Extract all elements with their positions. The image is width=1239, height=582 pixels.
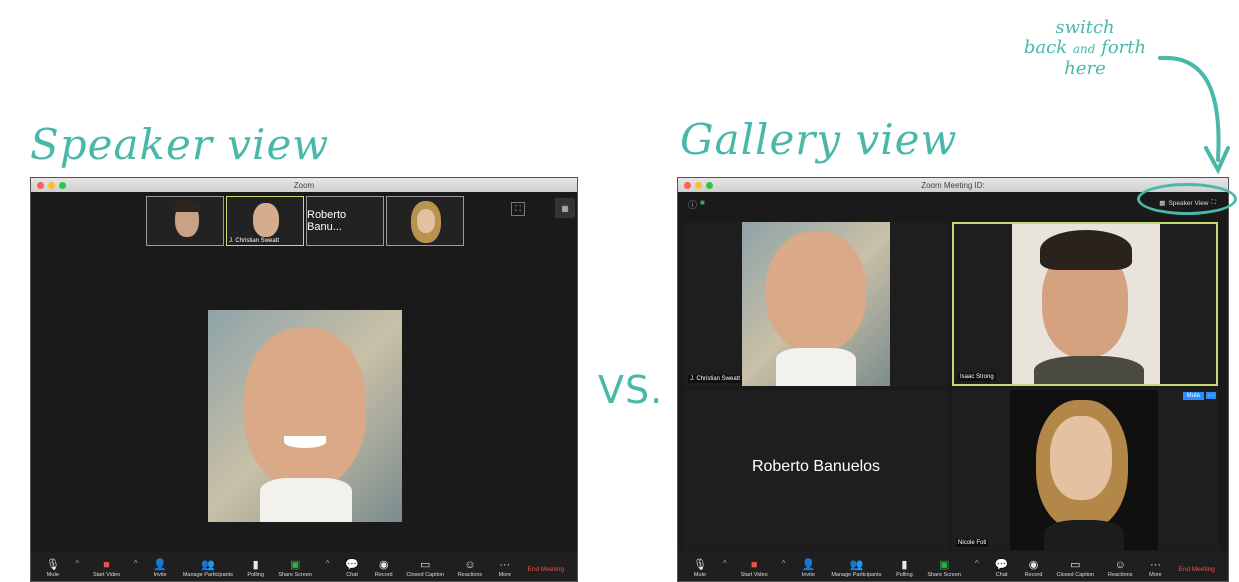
meeting-toolbar: 🎙 Mute ^ ■ Start Video ^ 👤 Invite 👥 Manage P… (31, 551, 577, 581)
gallery-view-heading: Gallery view (680, 115, 958, 164)
chevron-up-icon[interactable]: ^ (975, 559, 979, 568)
chevron-up-icon[interactable]: ^ (723, 559, 727, 568)
cc-icon: ▭ (1070, 559, 1081, 571)
more-icon: ··· (499, 559, 511, 571)
share-screen-icon: ▣ (938, 559, 950, 571)
chevron-up-icon[interactable]: ^ (782, 559, 786, 568)
title-bar: Zoom (31, 178, 577, 192)
active-speaker-video (208, 310, 402, 522)
thumbnail-strip: J. Christian Sweatt Roberto Banu... (146, 196, 464, 246)
more-options-button[interactable]: ··· (1206, 392, 1216, 399)
polling-button[interactable]: ▮ Polling (895, 559, 913, 578)
participants-icon: 👥 (849, 559, 864, 571)
vs-label: VS. (598, 368, 664, 412)
share-screen-icon: ▣ (289, 559, 301, 571)
manage-participants-button[interactable]: 👥 Manage Participants (183, 559, 233, 578)
invite-button[interactable]: 👤 Invite (799, 559, 817, 578)
video-tile[interactable]: J. Christian Sweatt (684, 222, 948, 386)
reactions-button[interactable]: ☺ Reactions (1108, 559, 1132, 578)
polling-icon: ▮ (252, 559, 259, 571)
speaker-view-heading: Speaker view (30, 120, 330, 169)
reactions-icon: ☺ (464, 559, 476, 571)
microphone-icon: 🎙 (692, 559, 707, 571)
more-icon: ··· (1149, 559, 1161, 571)
handwritten-note: switch back and forth here (1010, 18, 1160, 79)
more-button[interactable]: ··· More (1146, 559, 1164, 578)
chat-icon: 💬 (994, 559, 1009, 571)
start-video-button[interactable]: ■ Start Video (741, 559, 768, 578)
comparison-graphic: Speaker view Gallery view VS. switch bac… (0, 0, 1239, 582)
window-title: Zoom Meeting ID: (921, 180, 985, 190)
thumbnail-name-label: J. Christian Sweatt (229, 238, 280, 244)
arrow-icon (1158, 55, 1230, 175)
polling-button[interactable]: ▮ Polling (247, 559, 265, 578)
record-button[interactable]: ◉ Record (375, 559, 393, 578)
gallery-grid: J. Christian Sweatt Isaac Strong Roberto… (684, 222, 1222, 552)
participant-name-label: Nicole Foti (956, 539, 989, 547)
video-tile[interactable]: Mute ··· Nicole Foti (952, 390, 1218, 550)
note-line-1: switch (1055, 17, 1115, 38)
start-video-button[interactable]: ■ Start Video (93, 559, 120, 578)
video-off-icon: ■ (750, 559, 758, 571)
invite-icon: 👤 (153, 559, 168, 571)
thumbnail-name-text: Roberto Banu... (307, 209, 347, 233)
mute-participant-button[interactable]: Mute (1182, 392, 1204, 400)
thumbnail-participant[interactable]: J. Christian Sweatt (226, 196, 304, 246)
video-tile[interactable]: Roberto Banuelos (684, 390, 948, 550)
thumbnail-participant[interactable] (146, 196, 224, 246)
chevron-up-icon[interactable]: ^ (76, 559, 80, 568)
participants-icon: 👥 (201, 559, 215, 571)
note-forth: forth (1101, 37, 1147, 58)
view-switch-icon[interactable]: ▦ (555, 198, 575, 218)
chevron-up-icon[interactable]: ^ (326, 559, 330, 568)
polling-icon: ▮ (901, 559, 908, 571)
note-line-3: here (1064, 58, 1106, 79)
microphone-icon: 🎙 (45, 559, 60, 571)
closed-caption-button[interactable]: ▭ Closed Caption (1056, 559, 1094, 578)
share-screen-button[interactable]: ▣ Share Screen (927, 559, 961, 578)
thumbnail-participant[interactable] (386, 196, 464, 246)
info-icon[interactable]: ⓘ (688, 198, 697, 211)
record-button[interactable]: ◉ Record (1025, 559, 1043, 578)
lock-icon[interactable]: ■ (700, 198, 705, 207)
thumbnail-participant[interactable]: Roberto Banu... (306, 196, 384, 246)
reactions-icon: ☺ (1114, 559, 1126, 571)
reactions-button[interactable]: ☺ Reactions (458, 559, 482, 578)
share-screen-button[interactable]: ▣ Share Screen (278, 559, 312, 578)
participant-name-label: Isaac Strong (958, 373, 996, 381)
participant-name-label: J. Christian Sweatt (688, 375, 743, 383)
chat-icon: 💬 (345, 559, 359, 571)
record-icon: ◉ (378, 559, 389, 571)
closed-caption-button[interactable]: ▭ Closed Caption (406, 559, 444, 578)
window-title: Zoom (293, 180, 315, 190)
invite-icon: 👤 (801, 559, 816, 571)
meeting-toolbar: 🎙 Mute ^ ■ Start Video ^ 👤 Invite 👥 Manage P… (678, 551, 1228, 581)
more-button[interactable]: ··· More (496, 559, 514, 578)
record-icon: ◉ (1028, 559, 1039, 571)
chevron-up-icon[interactable]: ^ (134, 559, 138, 568)
invite-button[interactable]: 👤 Invite (151, 559, 169, 578)
highlight-circle (1137, 183, 1237, 215)
manage-participants-button[interactable]: 👥 Manage Participants (831, 559, 881, 578)
video-tile-active-speaker[interactable]: Isaac Strong (952, 222, 1218, 386)
mute-button[interactable]: 🎙 Mute (44, 559, 62, 578)
video-off-icon: ■ (103, 559, 110, 571)
participant-display-name: Roberto Banuelos (751, 458, 881, 475)
gallery-view-window: Zoom Meeting ID: ⓘ ■ ▦ Speaker View ⛶ J.… (677, 177, 1229, 582)
mute-button[interactable]: 🎙 Mute (691, 559, 709, 578)
end-meeting-button[interactable]: End Meeting (528, 566, 565, 573)
cc-icon: ▭ (420, 559, 431, 571)
note-and: and (1072, 42, 1096, 56)
end-meeting-button[interactable]: End Meeting (1178, 566, 1215, 573)
chat-button[interactable]: 💬 Chat (343, 559, 361, 578)
note-back: back (1023, 37, 1068, 58)
fullscreen-icon[interactable]: ⛶ (511, 202, 525, 216)
speaker-view-window: Zoom J. Christian Sweatt Roberto Banu...… (30, 177, 578, 582)
chat-button[interactable]: 💬 Chat (993, 559, 1011, 578)
